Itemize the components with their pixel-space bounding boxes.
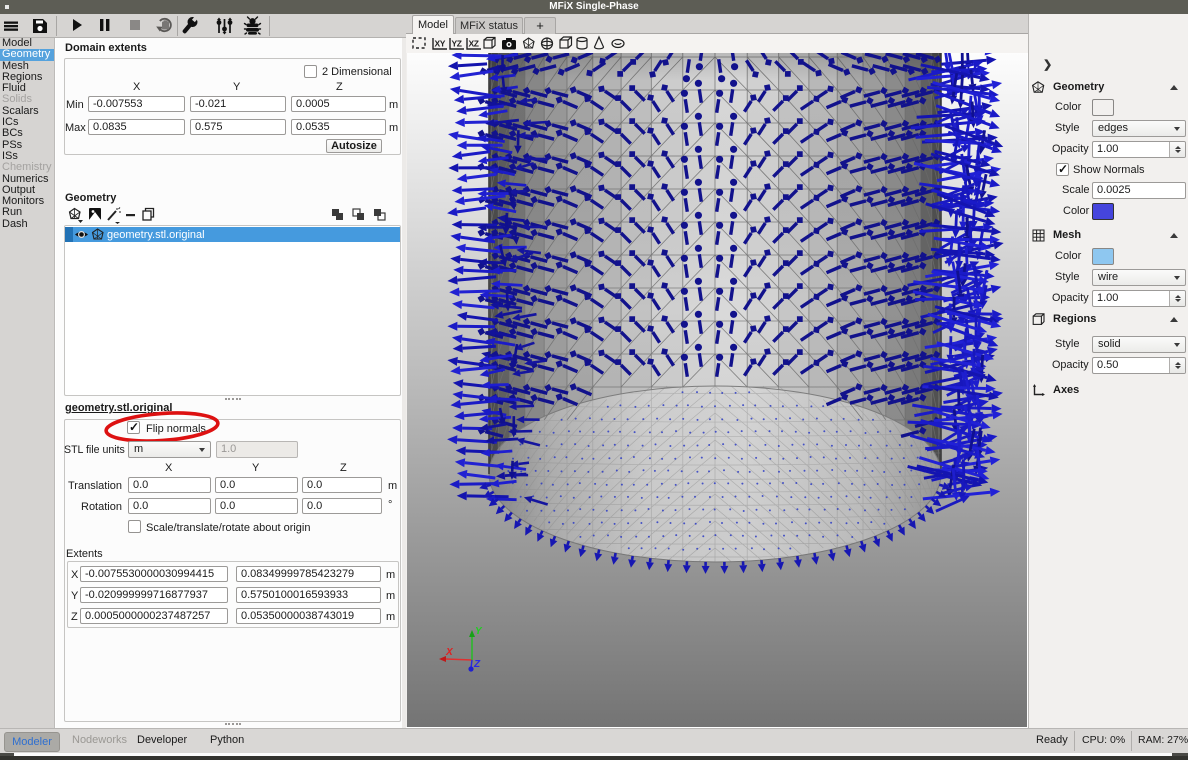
svg-text:Z: Z <box>473 659 481 670</box>
svg-text:X: X <box>445 647 454 658</box>
svg-text:XY: XY <box>435 39 446 49</box>
svg-text:YZ: YZ <box>452 39 462 49</box>
svg-text:XZ: XZ <box>469 39 479 49</box>
